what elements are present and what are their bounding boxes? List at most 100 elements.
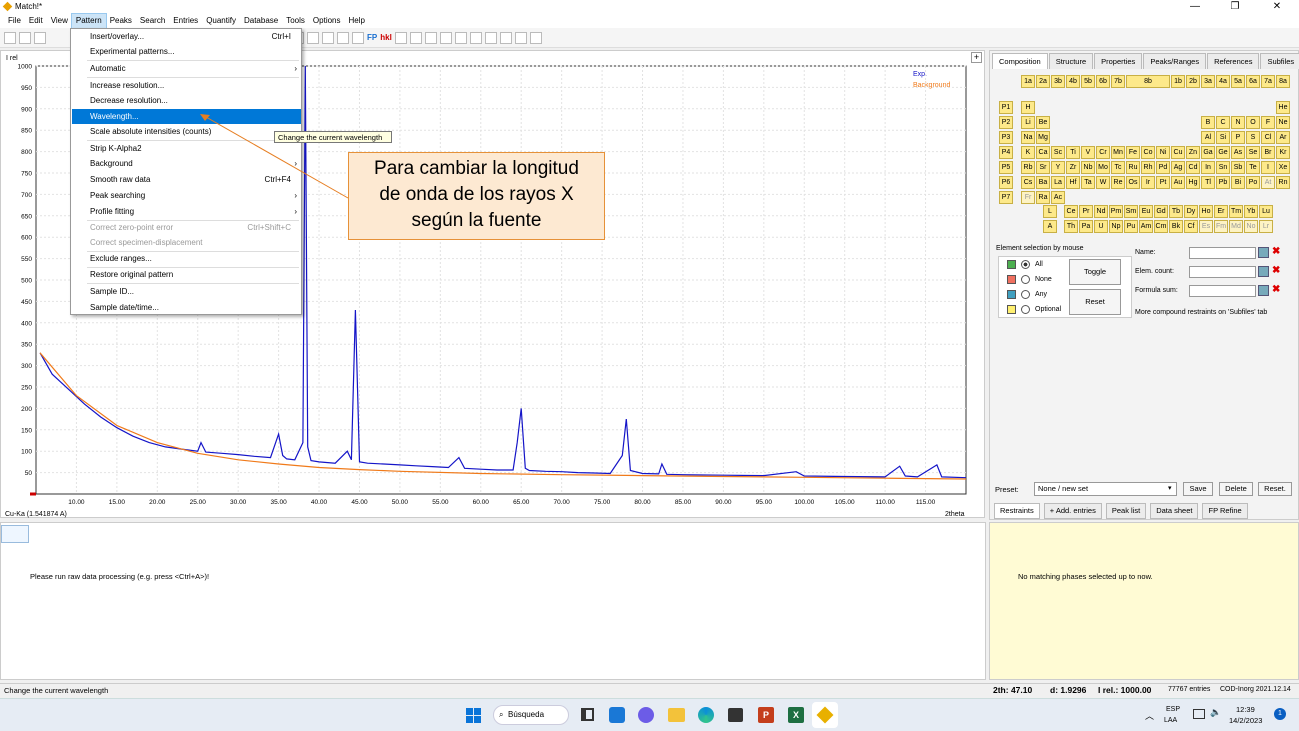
element-xe[interactable]: Xe [1276,161,1290,174]
element-as[interactable]: As [1231,146,1245,159]
element-ni[interactable]: Ni [1156,146,1170,159]
element-po[interactable]: Po [1246,176,1260,189]
notification-badge[interactable]: 1 [1274,708,1286,720]
element-f[interactable]: F [1261,116,1275,129]
element-br[interactable]: Br [1261,146,1275,159]
element-rn[interactable]: Rn [1276,176,1290,189]
element-ba[interactable]: Ba [1036,176,1050,189]
calc-icon[interactable] [1258,285,1269,296]
tools-icon[interactable] [484,31,497,44]
zoom-icon[interactable] [529,31,542,44]
element-ca[interactable]: Ca [1036,146,1050,159]
element-ag[interactable]: Ag [1171,161,1185,174]
radio-none[interactable] [1021,275,1030,284]
element-eu[interactable]: Eu [1139,205,1153,218]
excel-icon[interactable]: X [788,707,804,723]
element-sb[interactable]: Sb [1231,161,1245,174]
store-icon[interactable] [728,708,743,722]
clear-count-icon[interactable]: ✖ [1272,266,1283,277]
menu-item-automatic[interactable]: Automatic › [72,61,301,76]
clear-formula-icon[interactable]: ✖ [1272,285,1283,296]
element-c[interactable]: C [1216,116,1230,129]
menu-item-correct-specimen-displacement[interactable]: Correct specimen-displacement [72,235,301,250]
glasses-icon[interactable] [352,31,364,44]
element-pb[interactable]: Pb [1216,176,1230,189]
element-no[interactable]: No [1244,220,1258,233]
tab-properties[interactable]: Properties [1094,53,1143,69]
element-ru[interactable]: Ru [1126,161,1140,174]
group-8a[interactable]: 8a [1276,75,1290,88]
element-pt[interactable]: Pt [1156,176,1170,189]
element-sm[interactable]: Sm [1124,205,1138,218]
period-p5[interactable]: P5 [999,161,1013,174]
file-explorer-icon[interactable] [668,708,685,722]
menu-item-sample-id[interactable]: Sample ID... [72,284,301,299]
tab-subfiles[interactable]: Subfiles [1260,53,1299,69]
volume-icon[interactable]: 🔈 [1210,707,1221,718]
menu-item-smooth-raw-data[interactable]: Smooth raw data Ctrl+F4 [72,172,301,187]
menu-item-sample-datetime[interactable]: Sample date/time... [72,300,301,315]
menu-item-insert-overlay[interactable]: Insert/overlay... Ctrl+I [72,29,301,44]
radio-all[interactable] [1021,260,1030,269]
element-re[interactable]: Re [1111,176,1125,189]
element-lr[interactable]: Lr [1259,220,1273,233]
element-sn[interactable]: Sn [1216,161,1230,174]
reset-preset-button[interactable]: Reset. [1258,482,1292,496]
element-in[interactable]: In [1201,161,1215,174]
element-nd[interactable]: Nd [1094,205,1108,218]
element-np[interactable]: Np [1109,220,1123,233]
diamond-icon[interactable] [322,31,334,44]
element-s[interactable]: S [1246,131,1260,144]
monitor-icon[interactable] [1193,709,1205,719]
minimize-icon[interactable]: — [1175,0,1215,14]
element-ti[interactable]: Ti [1066,146,1080,159]
element-be[interactable]: Be [1036,116,1050,129]
tab-fp-refine[interactable]: FP Refine [1202,503,1248,519]
elem-count-input[interactable] [1189,266,1256,278]
element-cm[interactable]: Cm [1154,220,1168,233]
windows-start-icon[interactable] [466,708,481,723]
tab-peak-list[interactable]: Peak list [1105,503,1147,519]
menu-item-peak-searching[interactable]: Peak searching › [72,188,301,203]
element-te[interactable]: Te [1246,161,1260,174]
element-p[interactable]: P [1231,131,1245,144]
element-am[interactable]: Am [1139,220,1153,233]
element-er[interactable]: Er [1214,205,1228,218]
menu-tools[interactable]: Tools [282,14,309,28]
group-8b[interactable]: 8b [1126,75,1170,88]
menu-edit[interactable]: Edit [25,14,47,28]
element-ne[interactable]: Ne [1276,116,1290,129]
menu-entries[interactable]: Entries [169,14,202,28]
element-fm[interactable]: Fm [1214,220,1228,233]
group-1a[interactable]: 1a [1021,75,1035,88]
menu-item-increase-resolution[interactable]: Increase resolution... [72,78,301,93]
element-ar[interactable]: Ar [1276,131,1290,144]
element-bk[interactable]: Bk [1169,220,1183,233]
element-tm[interactable]: Tm [1229,205,1243,218]
period-p3[interactable]: P3 [999,131,1013,144]
group-5a[interactable]: 5a [1231,75,1245,88]
group-2b[interactable]: 2b [1186,75,1200,88]
tab-composition[interactable]: Composition [992,53,1048,69]
element-ra[interactable]: Ra [1036,191,1050,204]
element-hg[interactable]: Hg [1186,176,1200,189]
element-cl[interactable]: Cl [1261,131,1275,144]
element-yb[interactable]: Yb [1244,205,1258,218]
element-pd[interactable]: Pd [1156,161,1170,174]
tab-references[interactable]: References [1207,53,1260,69]
menu-item-profile-fitting[interactable]: Profile fitting › [72,204,301,219]
element-nb[interactable]: Nb [1081,161,1095,174]
element-dy[interactable]: Dy [1184,205,1198,218]
element-os[interactable]: Os [1126,176,1140,189]
element-pm[interactable]: Pm [1109,205,1123,218]
menu-item-background[interactable]: Background › [72,156,301,171]
open-folder-icon[interactable] [19,31,31,44]
element-cu[interactable]: Cu [1171,146,1185,159]
database-icon[interactable] [454,31,467,44]
hkl-icon[interactable]: hkl [380,33,392,42]
tab-restraints[interactable]: Restraints [994,503,1040,519]
chevron-down-icon[interactable]: ▾ [1168,484,1172,492]
period-p1[interactable]: P1 [999,101,1013,114]
element-b[interactable]: B [1201,116,1215,129]
redo-icon[interactable] [439,31,452,44]
